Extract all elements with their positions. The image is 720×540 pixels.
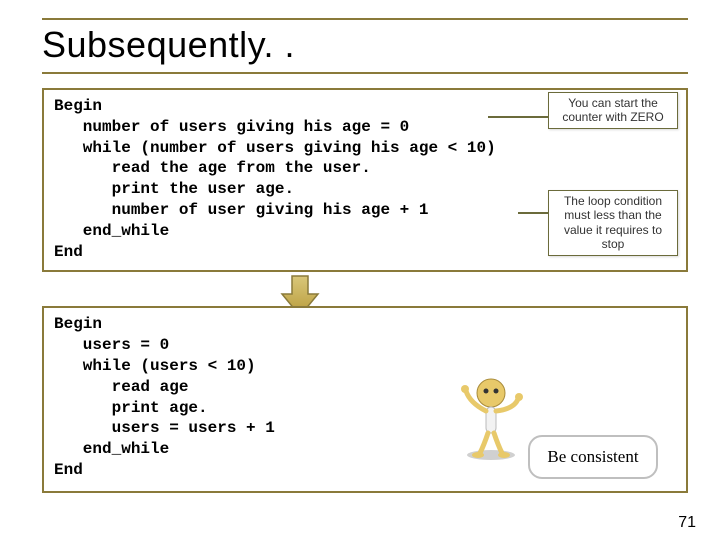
speech-bubble: Be consistent bbox=[528, 435, 658, 479]
callout-zero-counter: You can start the counter with ZERO bbox=[548, 92, 678, 129]
page-number: 71 bbox=[678, 514, 696, 532]
callout-connector-1 bbox=[488, 116, 548, 118]
slide-title: Subsequently. . bbox=[42, 24, 688, 66]
mascot-figure bbox=[456, 371, 526, 461]
pseudocode-box-1: Begin number of users giving his age = 0… bbox=[42, 88, 688, 272]
title-rule: Subsequently. . bbox=[42, 18, 688, 74]
callout-connector-2 bbox=[518, 212, 548, 214]
slide: Subsequently. . Begin number of users gi… bbox=[0, 0, 720, 540]
pseudocode-box-2: Begin users = 0 while (users < 10) read … bbox=[42, 306, 688, 492]
callout-loop-condition: The loop condition must less than the va… bbox=[548, 190, 678, 256]
